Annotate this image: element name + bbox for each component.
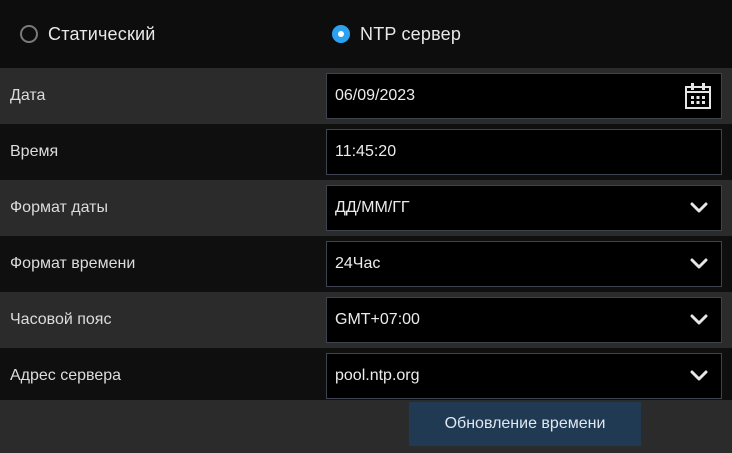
time-zone-value[interactable]: GMT+07:00 (335, 311, 685, 329)
radio-ntp-server[interactable]: NTP сервер (332, 20, 461, 48)
time-format-select[interactable]: 24Час (326, 241, 722, 287)
radio-static[interactable]: Статический (20, 20, 156, 48)
date-field[interactable]: 06/09/2023 (326, 73, 722, 119)
date-label: Дата (10, 87, 46, 104)
radio-ntp-label[interactable]: NTP сервер (360, 24, 461, 45)
chevron-down-icon[interactable] (685, 250, 713, 278)
date-format-select[interactable]: ДД/ММ/ГГ (326, 185, 722, 231)
date-format-label: Формат даты (10, 199, 108, 216)
chevron-down-icon[interactable] (685, 362, 713, 390)
row-time-format: Формат времени 24Час (0, 236, 732, 292)
time-mode-row: Статический NTP сервер (0, 0, 732, 68)
chevron-down-icon[interactable] (685, 194, 713, 222)
calendar-icon[interactable] (681, 79, 715, 113)
time-field[interactable]: 11:45:20 (326, 129, 722, 175)
update-time-button[interactable]: Обновление времени (409, 402, 641, 446)
row-server-address: Адрес сервера pool.ntp.org (0, 348, 732, 404)
row-date: Дата 06/09/2023 (0, 68, 732, 124)
time-format-value[interactable]: 24Час (335, 255, 685, 273)
server-address-value[interactable]: pool.ntp.org (335, 367, 685, 385)
radio-static-indicator[interactable] (20, 25, 38, 43)
time-value[interactable]: 11:45:20 (335, 143, 721, 161)
server-address-select[interactable]: pool.ntp.org (326, 353, 722, 399)
server-address-label: Адрес сервера (10, 367, 122, 384)
time-settings-panel: Статический NTP сервер Дата 06/09/2023 В… (0, 0, 732, 453)
row-date-format: Формат даты ДД/ММ/ГГ (0, 180, 732, 236)
time-zone-select[interactable]: GMT+07:00 (326, 297, 722, 343)
chevron-down-icon[interactable] (685, 306, 713, 334)
date-value[interactable]: 06/09/2023 (335, 87, 681, 105)
date-format-value[interactable]: ДД/ММ/ГГ (335, 199, 685, 217)
row-time: Время 11:45:20 (0, 124, 732, 180)
time-label: Время (10, 143, 59, 160)
time-zone-label: Часовой пояс (10, 311, 112, 328)
actions-row: Обновление времени (0, 400, 732, 453)
radio-static-label[interactable]: Статический (48, 24, 156, 45)
time-format-label: Формат времени (10, 255, 136, 272)
radio-ntp-indicator[interactable] (332, 25, 350, 43)
row-time-zone: Часовой пояс GMT+07:00 (0, 292, 732, 348)
